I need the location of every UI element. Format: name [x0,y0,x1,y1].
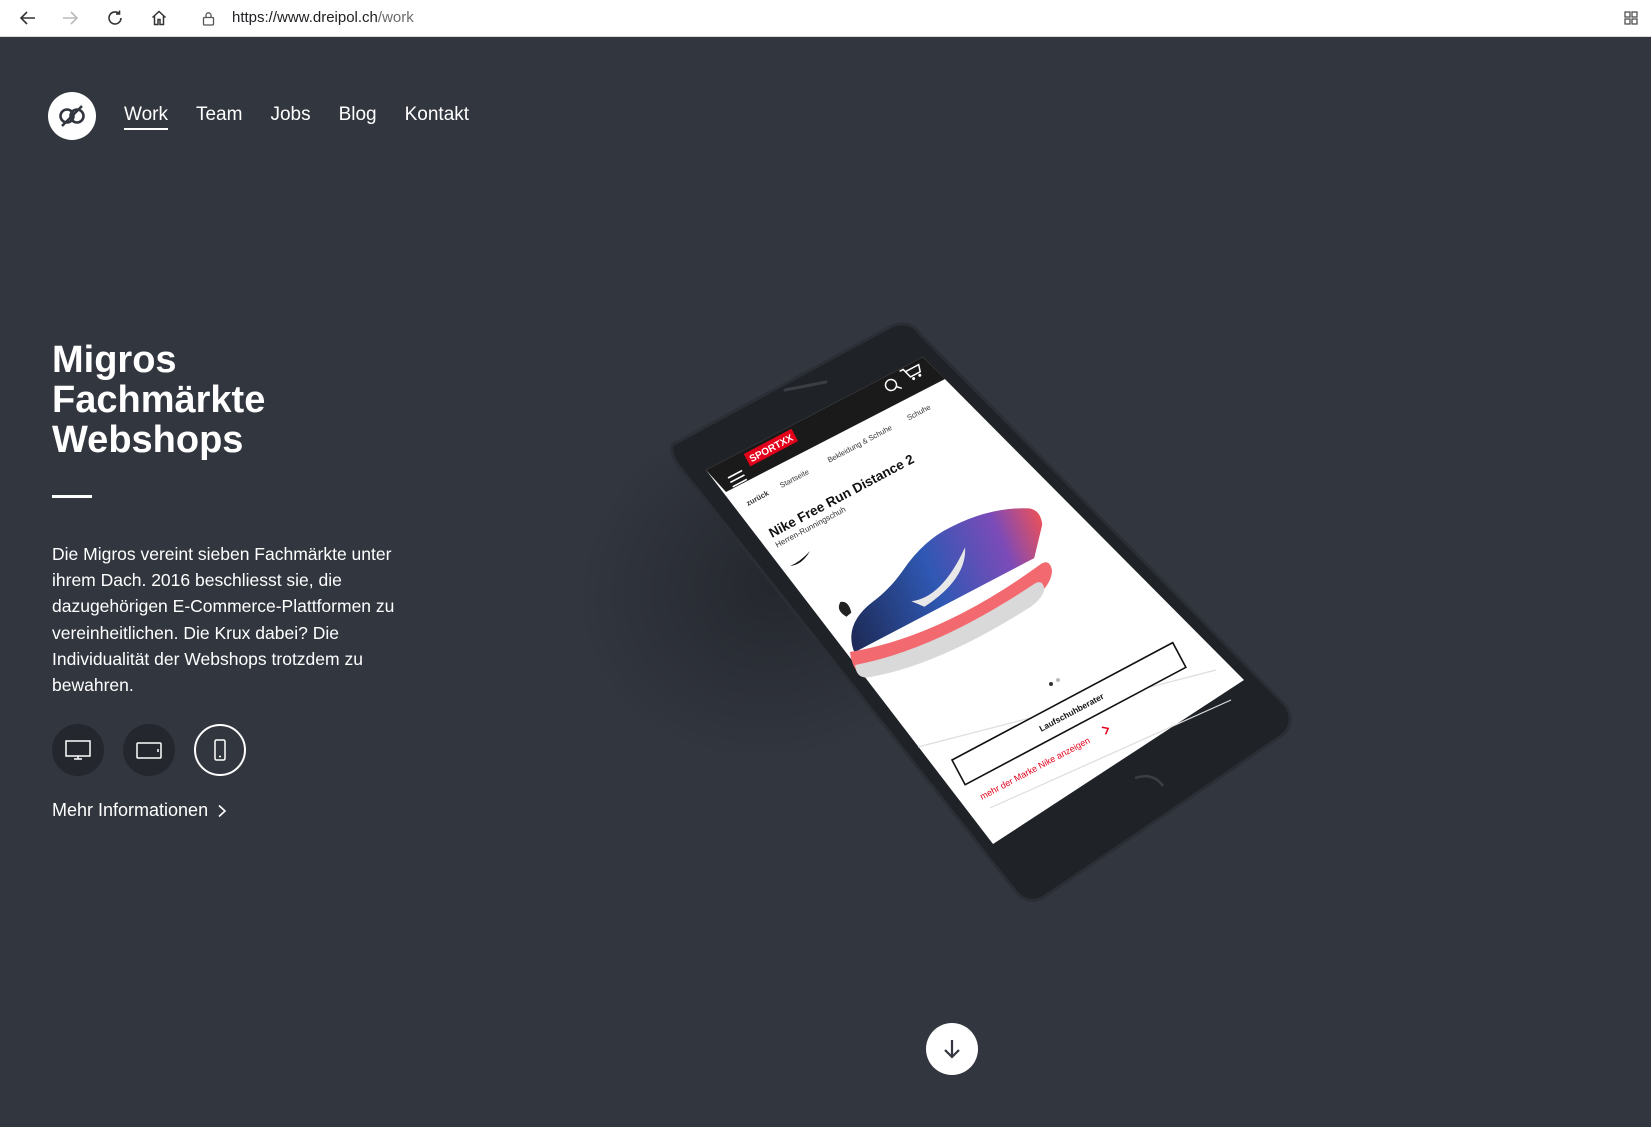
screen-breadcrumb-1: Startseite [778,467,810,490]
phone-home-button [1134,775,1165,787]
mobile-icon [214,739,226,761]
menu-icon-line [727,469,743,479]
back-arrow-icon [19,11,35,25]
lock-icon [202,12,215,26]
address-bar[interactable]: https://www.dreipol.ch/work [188,4,1643,32]
screen-search-icon-handle [896,385,903,390]
extension-grid-icon[interactable] [1623,10,1639,26]
device-switcher [52,724,246,776]
sportxx-logo-text: SPORTXX [748,433,796,465]
sportxx-logo-bg [743,428,799,467]
home-icon [151,10,167,26]
project-description: Die Migros vereint sieben Fachmärkte unt… [52,544,395,696]
more-info-link[interactable]: Mehr Informationen [52,800,228,821]
title-line-1: Migros [52,339,177,381]
phone-bezel-edge [670,322,1292,902]
screen-header [706,357,945,492]
back-button[interactable] [14,4,42,32]
url-path: /work [377,9,414,26]
screen-breadcrumb-3: Schuhe [905,402,932,422]
device-button-desktop[interactable] [52,724,104,776]
screen-breadcrumb-back: zurück [745,488,771,508]
forward-button[interactable] [56,4,84,32]
reload-button[interactable] [101,4,129,32]
screen-divider [917,669,1217,748]
dreipol-logo[interactable] [48,92,96,140]
screen-product-title: Nike Free Run Distance 2 [766,451,916,540]
chevron-right-icon [218,804,227,817]
desktop-icon [65,740,91,760]
project-title: Migros Fachmärkte Webshops [52,340,412,460]
browser-toolbar: https://www.dreipol.ch/work [0,0,1651,37]
phone-speaker [783,380,828,392]
carousel-dot [1056,678,1060,682]
nike-swoosh-icon [790,551,810,566]
carousel-dot-active [1049,682,1053,686]
screen-breadcrumb-2: Bekleidung & Schuhe [826,423,894,465]
screen-advisor-button [950,641,1187,786]
screen-divider [989,699,1232,809]
more-info-label: Mehr Informationen [52,800,209,820]
arrow-down-icon [944,1040,960,1059]
title-divider [52,495,92,498]
nav-item-work[interactable]: Work [124,104,168,130]
screen-search-icon [884,378,898,392]
phone-screen [706,357,1244,844]
nav-item-blog[interactable]: Blog [339,104,377,130]
url-domain: https://www.dreipol.ch [232,9,378,26]
product-shoe-image [838,508,1053,678]
nav-item-team[interactable]: Team [196,104,242,130]
tablet-icon [136,742,162,759]
home-button[interactable] [145,4,173,32]
scroll-down-button[interactable] [926,1023,978,1075]
screen-brand-link: mehr der Marke Nike anzeigen [978,735,1091,802]
main-navigation: Work Team Jobs Blog Kontakt [124,104,497,130]
screen-advisor-button-label: Laufschuhberater [1037,691,1106,734]
screen-cart-icon [899,363,922,378]
screen-cart-wheel [918,373,922,377]
logo-mark-icon [59,105,85,127]
url-text: https://www.dreipol.ch/work [232,9,414,26]
nav-item-jobs[interactable]: Jobs [270,104,310,130]
screen-brand-link-chevron-icon [1101,726,1110,735]
phone-body [671,323,1291,901]
screen-cart-wheel [912,377,916,381]
device-button-tablet[interactable] [123,724,175,776]
screen-product-subtitle: Herren-Runningschuh [774,505,847,550]
device-button-mobile[interactable] [194,724,246,776]
nav-item-kontakt[interactable]: Kontakt [405,104,469,130]
menu-icon-line [729,474,745,484]
reload-icon [108,10,122,25]
title-line-2: Fachmärkte [52,379,266,421]
title-line-3: Webshops [52,419,244,461]
phone-shadow [521,339,1039,821]
menu-icon-line [732,478,748,488]
forward-arrow-icon [63,11,79,25]
